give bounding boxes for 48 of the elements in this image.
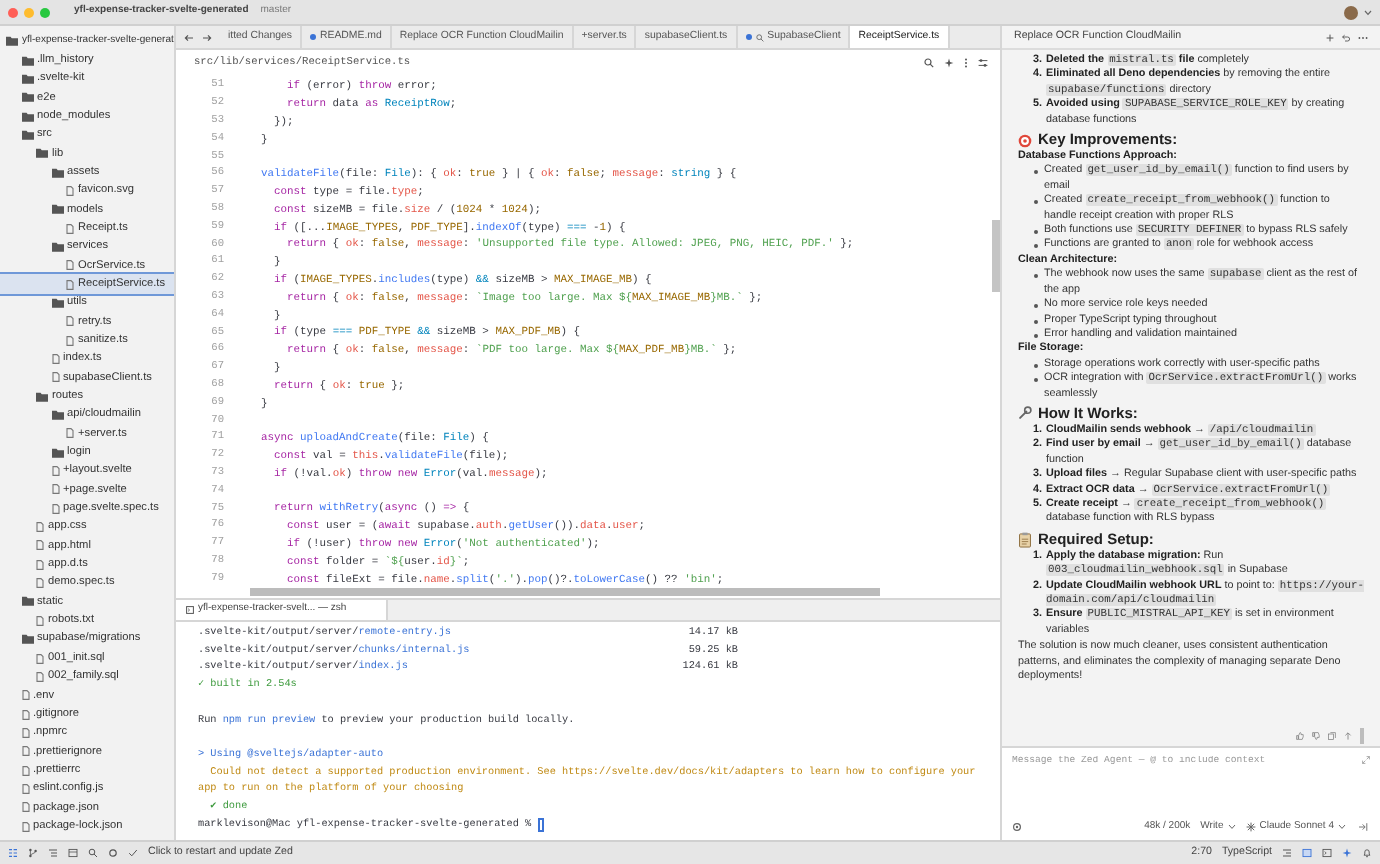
chevron-down-icon xyxy=(1338,823,1346,830)
panel-icon[interactable] xyxy=(1302,848,1312,858)
indent-icon[interactable] xyxy=(1282,848,1292,858)
file-icon xyxy=(66,223,74,234)
asterisk-icon xyxy=(1245,821,1256,832)
chevron-down-icon xyxy=(1227,823,1236,830)
sparkle-icon[interactable] xyxy=(1342,848,1352,858)
wrench-icon xyxy=(1018,406,1032,421)
outline-icon[interactable] xyxy=(48,848,58,858)
plus-icon[interactable] xyxy=(1326,33,1334,41)
search-icon[interactable] xyxy=(88,848,98,858)
scrollbar[interactable] xyxy=(250,588,880,596)
scrollbar[interactable] xyxy=(992,220,1000,292)
folder-icon xyxy=(51,241,63,252)
search-icon[interactable] xyxy=(924,58,934,68)
send-icon xyxy=(1358,821,1368,832)
thumbs-up-icon[interactable] xyxy=(1296,731,1304,739)
cursor-icon xyxy=(537,817,544,832)
project-panel-icon[interactable] xyxy=(8,848,18,858)
bell-icon[interactable] xyxy=(1362,848,1372,858)
settings-sliders-icon[interactable] xyxy=(978,58,988,68)
search-icon xyxy=(755,33,764,41)
file-icon xyxy=(66,185,74,196)
folder-icon xyxy=(51,204,63,215)
target-icon xyxy=(1018,133,1032,148)
back-arrow-icon[interactable] xyxy=(184,33,194,41)
sparkle-icon[interactable] xyxy=(944,58,954,68)
clipboard-icon xyxy=(1018,531,1032,548)
copy-icon[interactable] xyxy=(1328,731,1336,739)
folder-icon xyxy=(21,634,33,645)
terminal-icon[interactable] xyxy=(1322,848,1332,858)
checkmark-icon[interactable] xyxy=(128,848,138,858)
arrow-up-icon[interactable] xyxy=(1344,731,1352,739)
file-icon xyxy=(36,615,44,626)
history-icon[interactable] xyxy=(1342,33,1350,41)
folder-icon xyxy=(51,447,63,458)
git-branch-icon[interactable] xyxy=(28,848,38,858)
expand-icon[interactable] xyxy=(1362,756,1370,764)
chevron-down-icon[interactable] xyxy=(1364,9,1372,15)
avatar-icon[interactable] xyxy=(1344,5,1358,19)
thumbs-down-icon[interactable] xyxy=(1312,731,1320,739)
file-icon xyxy=(66,428,74,439)
folder-icon xyxy=(21,596,33,607)
close-button[interactable] xyxy=(8,7,18,17)
send-button[interactable] xyxy=(1356,819,1370,834)
terminal-icon xyxy=(186,606,194,614)
forward-arrow-icon[interactable] xyxy=(202,33,212,41)
scrollbar[interactable] xyxy=(1360,727,1364,743)
